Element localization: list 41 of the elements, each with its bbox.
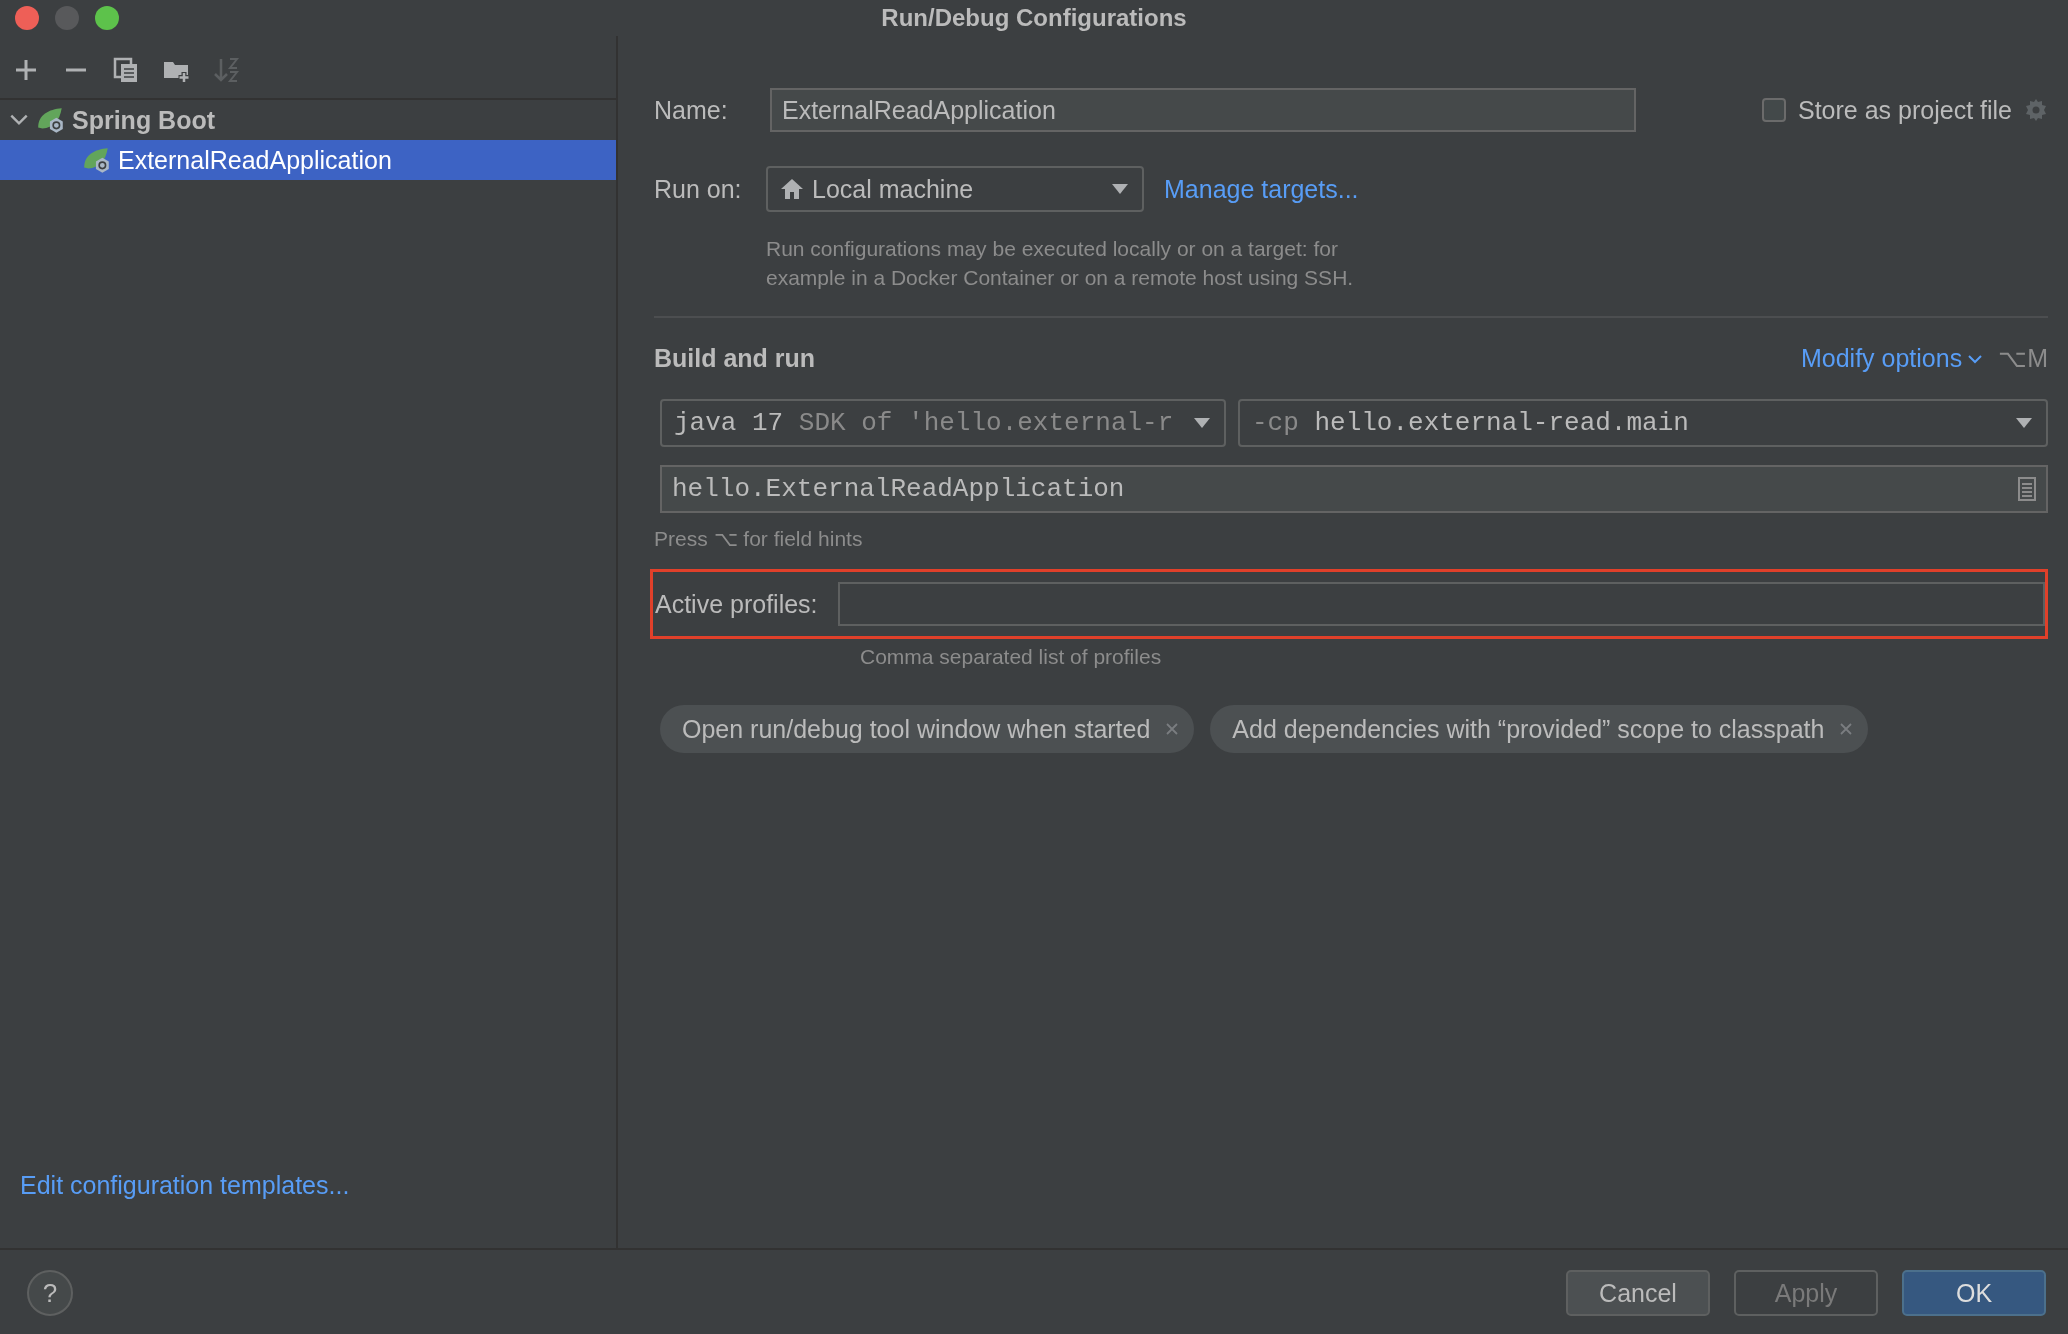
copy-icon[interactable] xyxy=(112,56,140,84)
manage-targets-link[interactable]: Manage targets... xyxy=(1164,174,1359,204)
main-class-field[interactable]: hello.ExternalReadApplication xyxy=(660,465,2048,513)
field-hints-text: Press ⌥ for field hints xyxy=(654,527,863,550)
active-profiles-field[interactable] xyxy=(837,582,2045,626)
dialog-button[interactable]: Cancel xyxy=(1566,1270,1710,1316)
close-button[interactable] xyxy=(15,6,39,30)
name-label: Name: xyxy=(654,95,729,125)
dialog-button[interactable]: OK xyxy=(1902,1270,2046,1316)
dropdown-arrow-icon xyxy=(2014,417,2034,429)
shortcut-label: ⌥M xyxy=(1998,344,2048,373)
close-icon[interactable] xyxy=(1164,721,1181,737)
run-on-label: Run on: xyxy=(654,174,743,204)
help-button[interactable]: ? xyxy=(27,1270,73,1316)
modify-options-link[interactable]: Modify options xyxy=(1800,344,1963,373)
spring-boot-icon xyxy=(36,106,66,134)
spring-boot-icon xyxy=(82,146,112,174)
option-chip[interactable]: Open run/debug tool window when started xyxy=(660,705,1195,753)
classpath-dropdown[interactable]: -cp hello.external-read.main xyxy=(1238,399,2048,447)
checkbox[interactable] xyxy=(1762,98,1786,122)
active-profiles-hint: Comma separated list of profiles xyxy=(860,645,1162,668)
option-chip[interactable]: Add dependencies with “provided” scope to classpath xyxy=(1210,705,1869,753)
name-field[interactable]: ExternalReadApplication xyxy=(770,88,1636,132)
chevron-down-icon[interactable] xyxy=(1968,353,1983,364)
window-title: Run/Debug Configurations xyxy=(881,4,1187,31)
section-title: Build and run xyxy=(654,344,816,373)
zoom-button[interactable] xyxy=(95,6,119,30)
home-icon xyxy=(780,177,804,201)
edit-templates-link[interactable]: Edit configuration templates... xyxy=(20,1171,350,1199)
close-icon[interactable] xyxy=(1838,721,1855,737)
tree-item[interactable]: ExternalReadApplication xyxy=(0,140,616,180)
tree-item[interactable]: Spring Boot xyxy=(0,100,616,140)
settings-icon[interactable] xyxy=(2024,98,2048,122)
document-icon[interactable] xyxy=(2018,477,2036,501)
run-on-dropdown[interactable]: Local machine xyxy=(766,166,1144,212)
active-profiles-label: Active profiles: xyxy=(655,589,818,619)
sdk-dropdown[interactable]: java 17 SDK of 'hello.external-r xyxy=(660,399,1226,447)
dropdown-arrow-icon xyxy=(1110,183,1130,195)
run-on-hint: Run configurations may be executed locally or on a target: for example in a Docker Container or on a remote host using SSH. xyxy=(766,236,1355,291)
checkbox-label: Store as project file xyxy=(1798,95,2012,125)
dropdown-arrow-icon xyxy=(1192,417,1212,429)
